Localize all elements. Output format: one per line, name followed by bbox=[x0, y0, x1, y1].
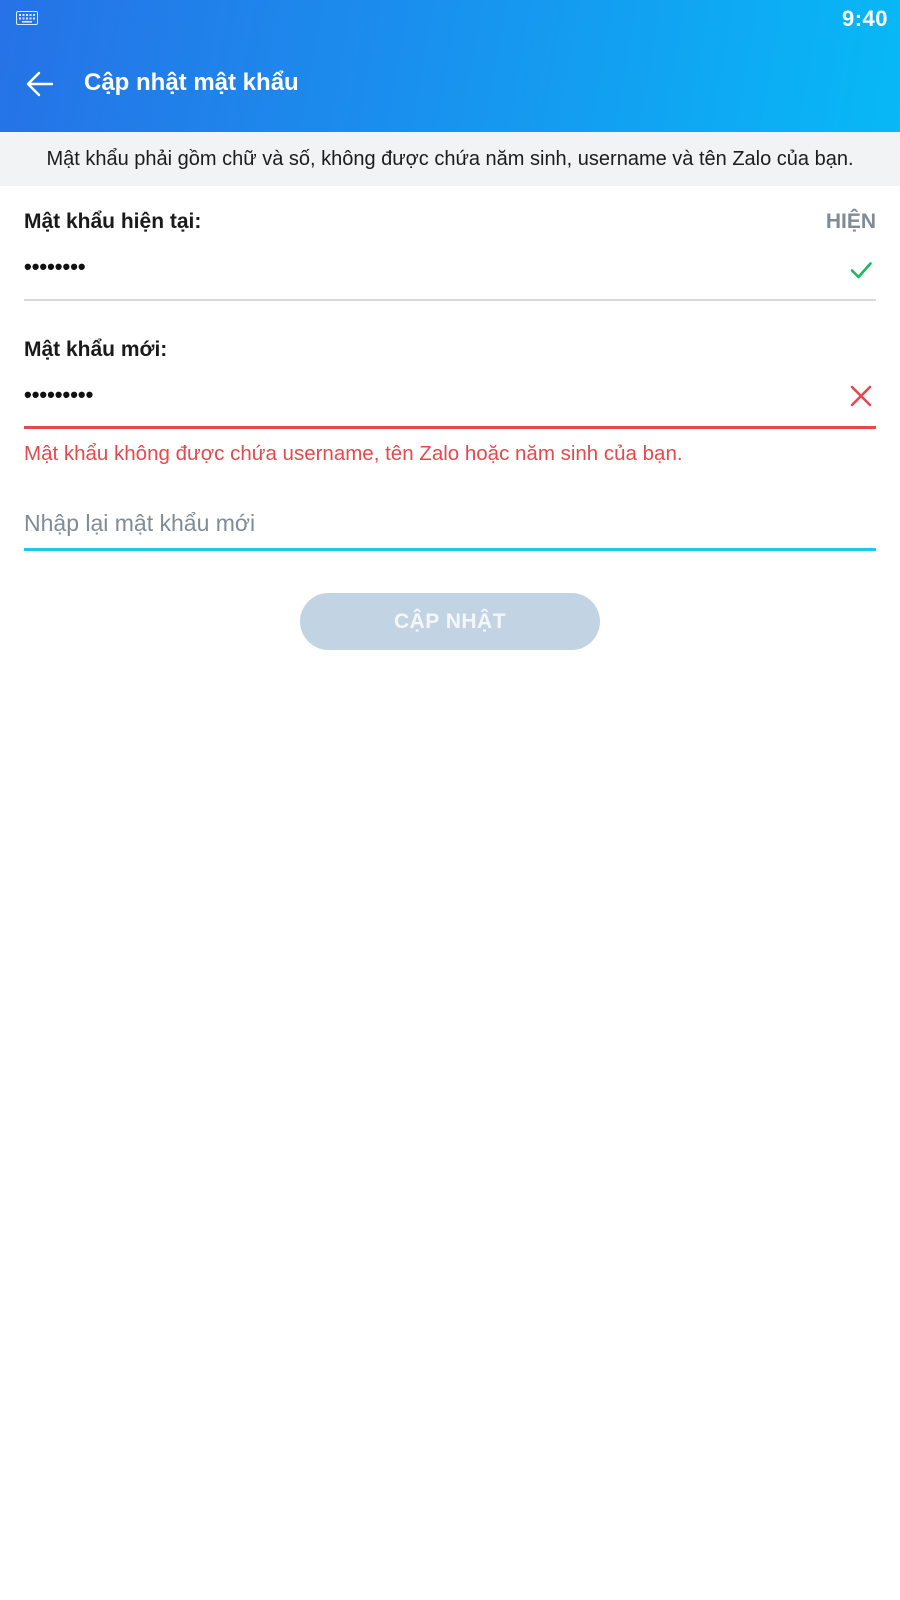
current-password-input[interactable] bbox=[24, 254, 804, 280]
confirm-password-input[interactable] bbox=[24, 503, 876, 543]
current-password-field: Mật khẩu hiện tại: HIỆN bbox=[24, 210, 876, 302]
app-bar: Cập nhật mật khẩu bbox=[0, 36, 900, 132]
show-password-toggle[interactable]: HIỆN bbox=[826, 210, 876, 234]
status-bar: 9:40 bbox=[0, 0, 900, 36]
current-password-label: Mật khẩu hiện tại: bbox=[24, 210, 202, 233]
new-password-label: Mật khẩu mới: bbox=[24, 338, 168, 361]
check-icon bbox=[850, 262, 872, 279]
keyboard-icon bbox=[16, 11, 38, 25]
password-rules-hint: Mật khẩu phải gồm chữ và số, không được … bbox=[0, 132, 900, 186]
arrow-left-icon bbox=[26, 71, 54, 97]
top-bar: 9:40 Cập nhật mật khẩu bbox=[0, 0, 900, 132]
confirm-password-underline bbox=[24, 548, 876, 551]
update-button[interactable]: CẬP NHẬT bbox=[300, 593, 600, 650]
back-button[interactable] bbox=[20, 64, 60, 104]
page-title: Cập nhật mật khẩu bbox=[84, 69, 299, 96]
new-password-underline bbox=[24, 426, 876, 429]
status-time: 9:40 bbox=[841, 6, 888, 31]
new-password-field: Mật khẩu mới: bbox=[24, 338, 876, 430]
new-password-input[interactable] bbox=[24, 382, 804, 408]
new-password-error: Mật khẩu không được chứa username, tên Z… bbox=[24, 442, 683, 465]
close-icon[interactable] bbox=[848, 383, 874, 409]
current-password-underline bbox=[24, 299, 876, 301]
